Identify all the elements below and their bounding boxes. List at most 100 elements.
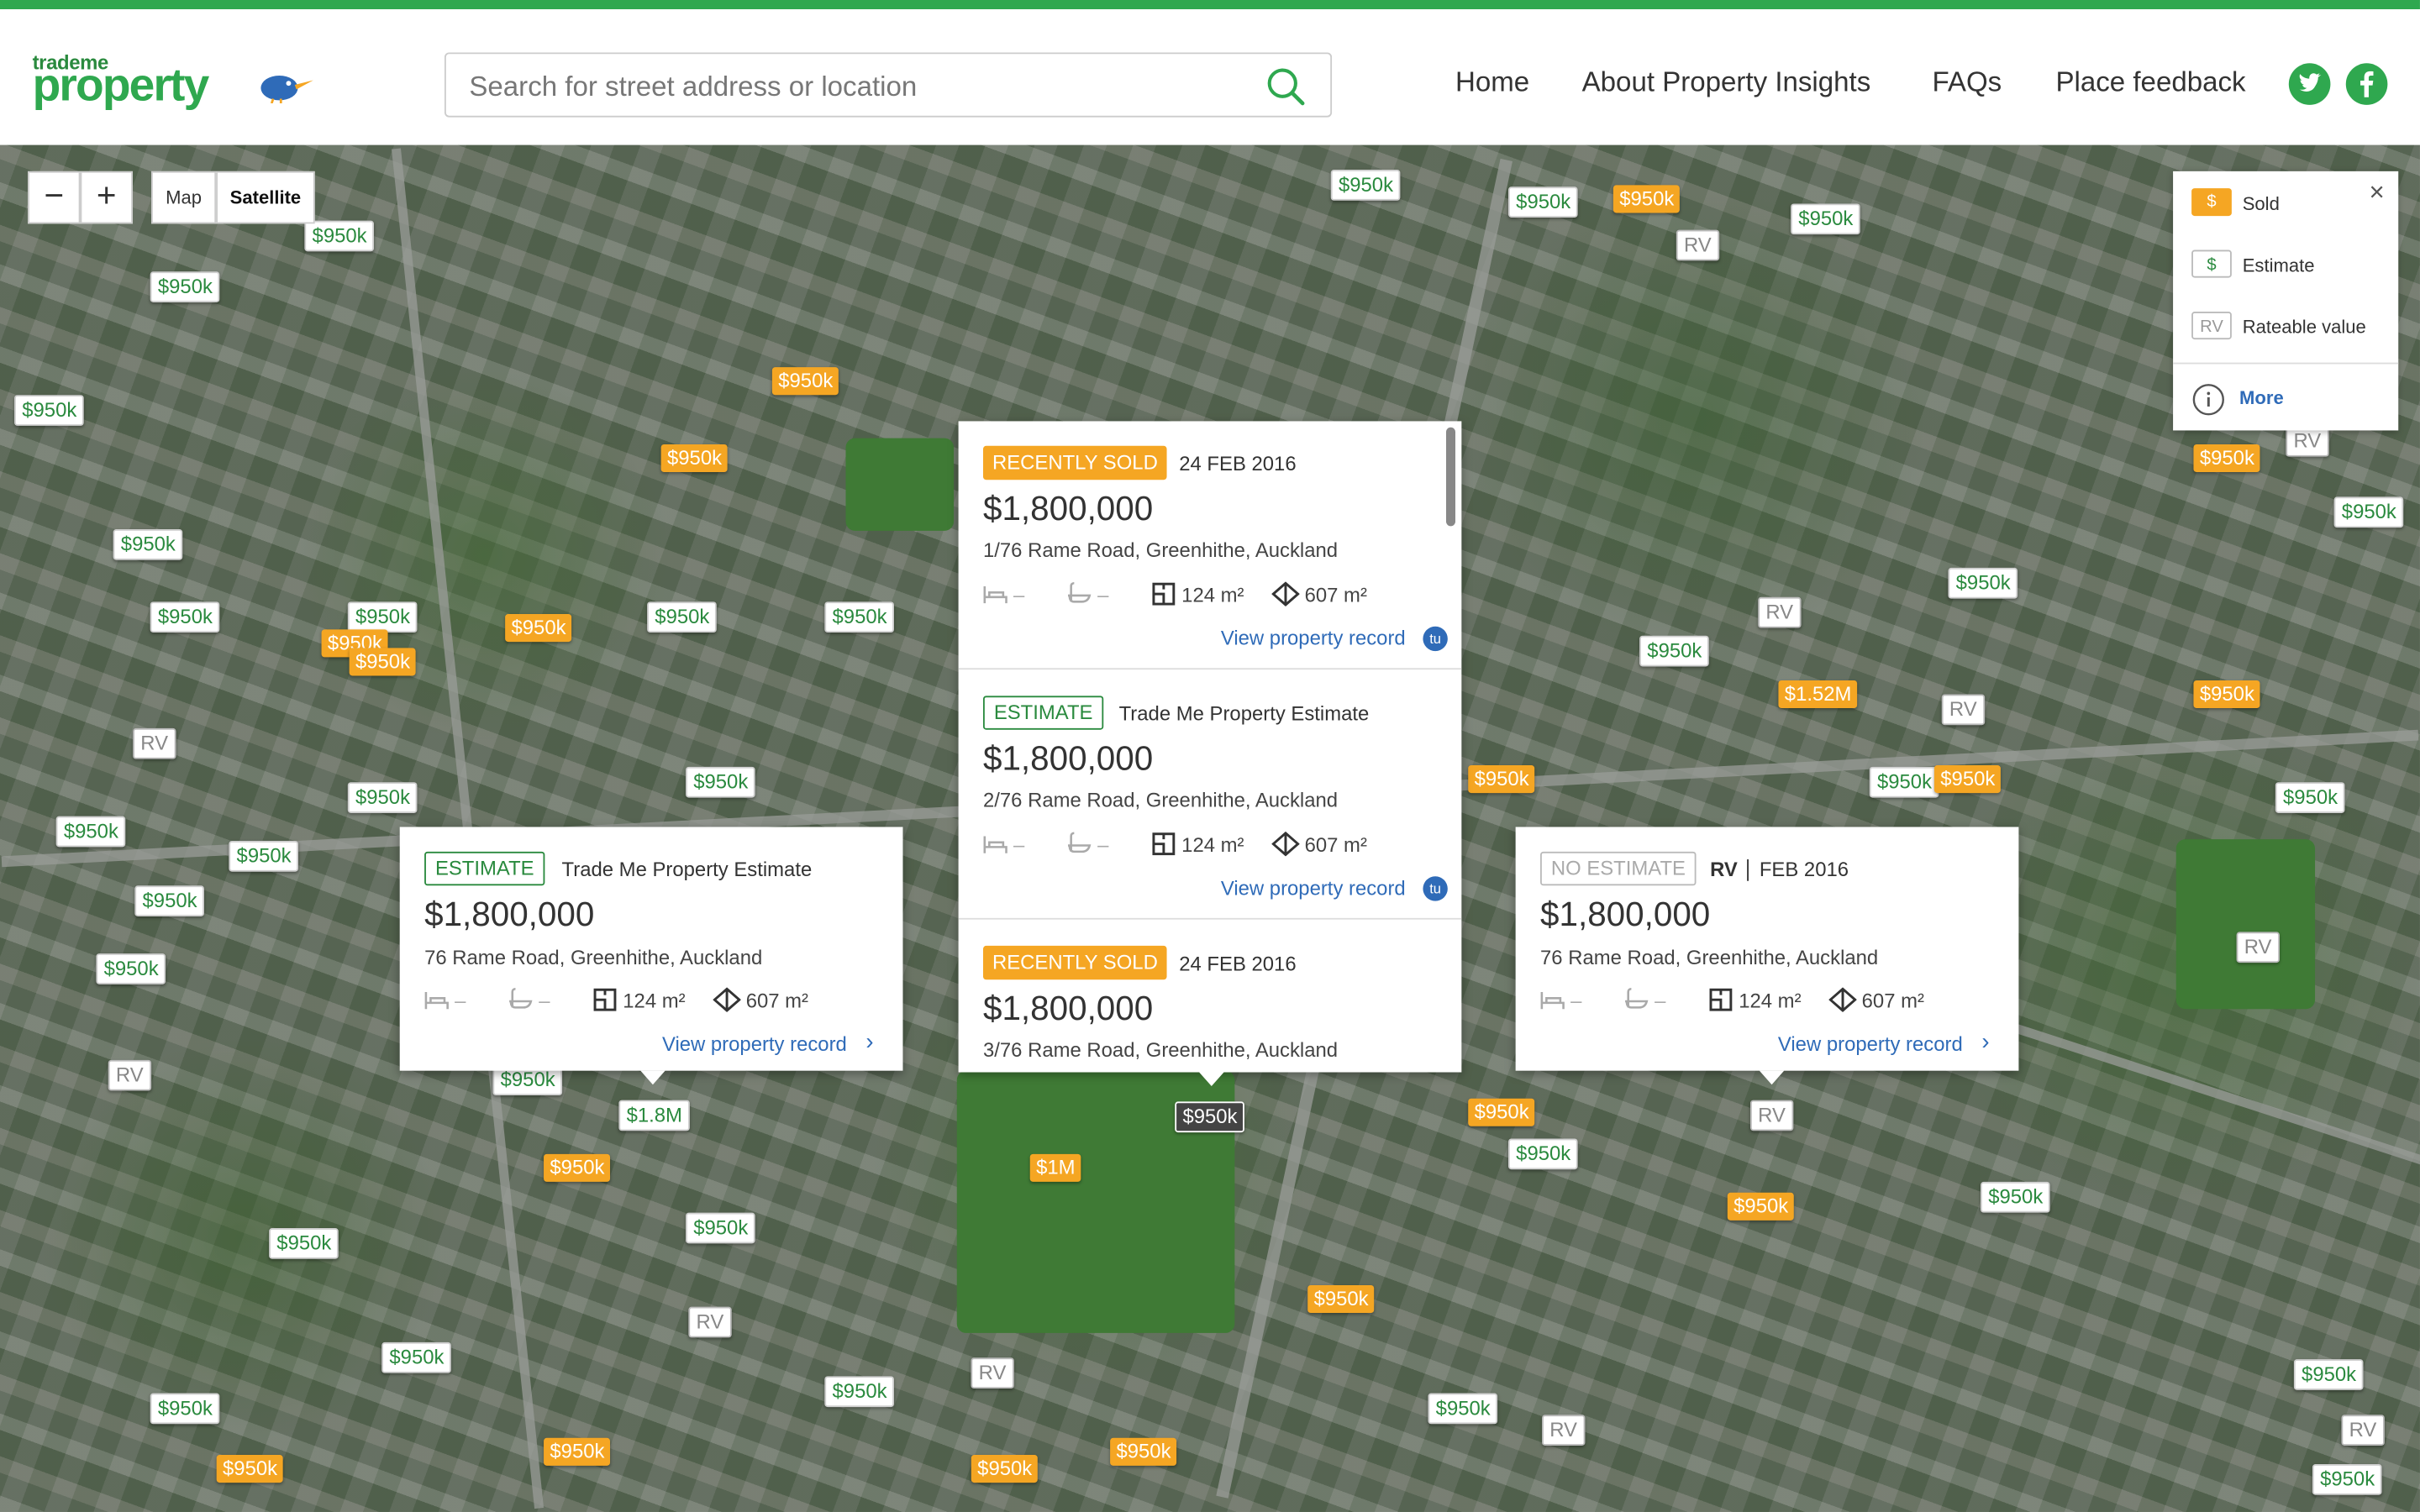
rateable-value-marker[interactable]: RV [108,1059,151,1091]
rateable-value-marker[interactable]: RV [1758,596,1802,628]
estimate-price-marker[interactable]: $950k [113,528,184,560]
popup-pointer [640,1070,666,1085]
estimate-price-marker[interactable]: $950k [1981,1181,2051,1213]
estimate-price-marker[interactable]: $950k [647,601,718,633]
rateable-value-marker[interactable]: RV [971,1357,1014,1389]
estimate-price-marker[interactable]: $950k [55,816,127,848]
sold-price-marker[interactable]: $950k [1307,1284,1375,1314]
trademe-property-logo[interactable]: trademe property [33,51,313,119]
sold-price-marker[interactable]: $950k [505,614,572,643]
chevron-right-icon[interactable]: › [865,1029,873,1055]
property-address: 3/76 Rame Road, Greenhithe, Auckland [982,1038,1339,1062]
estimate-price-marker[interactable]: $950k [2312,1464,2383,1495]
nav-about-link[interactable]: About Property Insights [1582,66,1871,99]
twitter-icon[interactable] [2288,63,2331,105]
estimate-price-marker[interactable]: $950k [1507,1138,1579,1170]
estimate-price-marker[interactable]: $950k [269,1228,339,1259]
estimate-price-marker[interactable]: $950k [304,220,375,252]
search-input[interactable] [466,54,1244,119]
sold-price-marker[interactable]: $950k [544,1153,611,1182]
rv-date: FEB 2016 [1759,858,1849,881]
sold-price-marker[interactable]: $950k [1468,1098,1535,1126]
estimate-price-marker[interactable]: $950k [347,601,418,633]
zoom-out-button[interactable]: − [28,171,81,224]
estimate-price-marker[interactable]: $950k [2275,782,2346,813]
estimate-price-marker[interactable]: $950k [1791,203,1861,235]
estimate-price-marker[interactable]: $950k [1948,567,2018,599]
estimate-price-marker[interactable]: $950k [824,601,895,633]
zoom-in-button[interactable]: + [80,171,133,224]
land-area-icon [1270,581,1299,606]
floor-area-icon [1152,832,1176,856]
estimate-price-marker[interactable]: $950k [1869,766,1940,798]
floor-area-value: 124 m² [1181,832,1244,857]
sold-price-marker[interactable]: $950k [216,1455,284,1483]
sold-price-marker[interactable]: $950k [2193,444,2261,473]
nav-home-link[interactable]: Home [1455,66,1529,99]
rateable-value-marker[interactable]: RV [1941,694,1985,726]
view-property-record-link[interactable]: View property record [1221,876,1406,900]
rateable-value-marker[interactable]: RV [2341,1415,2385,1446]
estimate-price-marker[interactable]: $950k [2333,496,2405,528]
nav-feedback-link[interactable]: Place feedback [2055,66,2245,99]
sold-price-marker[interactable]: $1M [1029,1153,1081,1182]
view-property-record-link[interactable]: View property record [1221,627,1406,650]
sold-price-marker[interactable]: $950k [771,367,839,396]
estimate-price-marker[interactable]: $950k [134,885,205,916]
sold-price-marker[interactable]: $950k [1468,765,1535,794]
facebook-icon[interactable] [2345,63,2388,105]
estimate-price-marker[interactable]: $950k [229,841,299,872]
sold-price-marker[interactable]: $950k [971,1455,1039,1483]
rateable-value-marker[interactable]: RV [1676,229,1719,261]
property-address: 2/76 Rame Road, Greenhithe, Auckland [982,788,1339,812]
rateable-value-marker[interactable]: RV [1749,1100,1794,1131]
rateable-value-marker[interactable]: RV [2236,932,2280,963]
estimate-price-marker[interactable]: $950k [150,1393,221,1425]
chevron-right-icon[interactable]: › [1981,1029,1989,1055]
sold-price-marker[interactable]: $950k [1110,1437,1177,1466]
sold-price-marker[interactable]: $950k [544,1437,611,1466]
bathrooms-value: – [1097,832,1109,857]
selected-price-marker[interactable]: $950k [1175,1101,1245,1133]
legend-close-icon[interactable]: × [2369,177,2384,208]
estimate-marker-icon: $ [2191,249,2232,278]
estimate-price-marker[interactable]: $950k [1507,186,1579,218]
rateable-value-marker[interactable]: RV [133,727,176,759]
map-type-satellite-button[interactable]: Satellite [216,171,315,224]
record-provider-icon: tu [1423,876,1448,901]
rateable-value-marker[interactable]: RV [688,1306,732,1338]
sold-price-marker[interactable]: $950k [1933,765,2002,794]
estimate-price-marker[interactable]: $950k [96,953,166,984]
sold-price-marker[interactable]: $950k [1612,185,1681,213]
estimate-price-marker[interactable]: $950k [2293,1359,2365,1390]
sold-price-marker[interactable]: $950k [660,444,729,473]
view-property-record-link[interactable]: View property record [1778,1032,1963,1056]
sold-price-marker[interactable]: $950k [1727,1192,1795,1221]
sold-date: 24 FEB 2016 [1179,952,1297,975]
sold-price-marker[interactable]: $1.52M [1778,680,1858,709]
bathrooms-value: – [1097,583,1109,606]
sold-price-marker[interactable]: $950k [2193,680,2261,709]
search-icon[interactable] [1265,66,1306,107]
floor-area-icon [1709,988,1733,1011]
estimate-price-marker[interactable]: $950k [686,766,756,798]
estimate-price-marker[interactable]: $950k [1330,170,1402,201]
property-price: $1,800,000 [982,989,1154,1028]
view-property-record-link[interactable]: View property record [662,1032,847,1056]
estimate-price-marker[interactable]: $1.8M [618,1100,691,1131]
estimate-price-marker[interactable]: $950k [1428,1393,1498,1425]
sold-price-marker[interactable]: $950k [349,648,417,676]
rateable-value-marker[interactable]: RV [1542,1415,1586,1446]
estimate-price-marker[interactable]: $950k [1639,635,1710,667]
legend-more-link[interactable]: More [2239,387,2284,409]
map-type-map-button[interactable]: Map [150,171,217,224]
estimate-price-marker[interactable]: $950k [381,1341,452,1373]
bath-icon [1068,581,1092,603]
estimate-price-marker[interactable]: $950k [686,1212,756,1244]
nav-faqs-link[interactable]: FAQs [1933,66,2002,99]
estimate-price-marker[interactable]: $950k [14,395,85,426]
estimate-price-marker[interactable]: $950k [347,782,418,813]
estimate-price-marker[interactable]: $950k [150,601,221,633]
estimate-price-marker[interactable]: $950k [150,271,221,302]
estimate-price-marker[interactable]: $950k [824,1376,895,1408]
